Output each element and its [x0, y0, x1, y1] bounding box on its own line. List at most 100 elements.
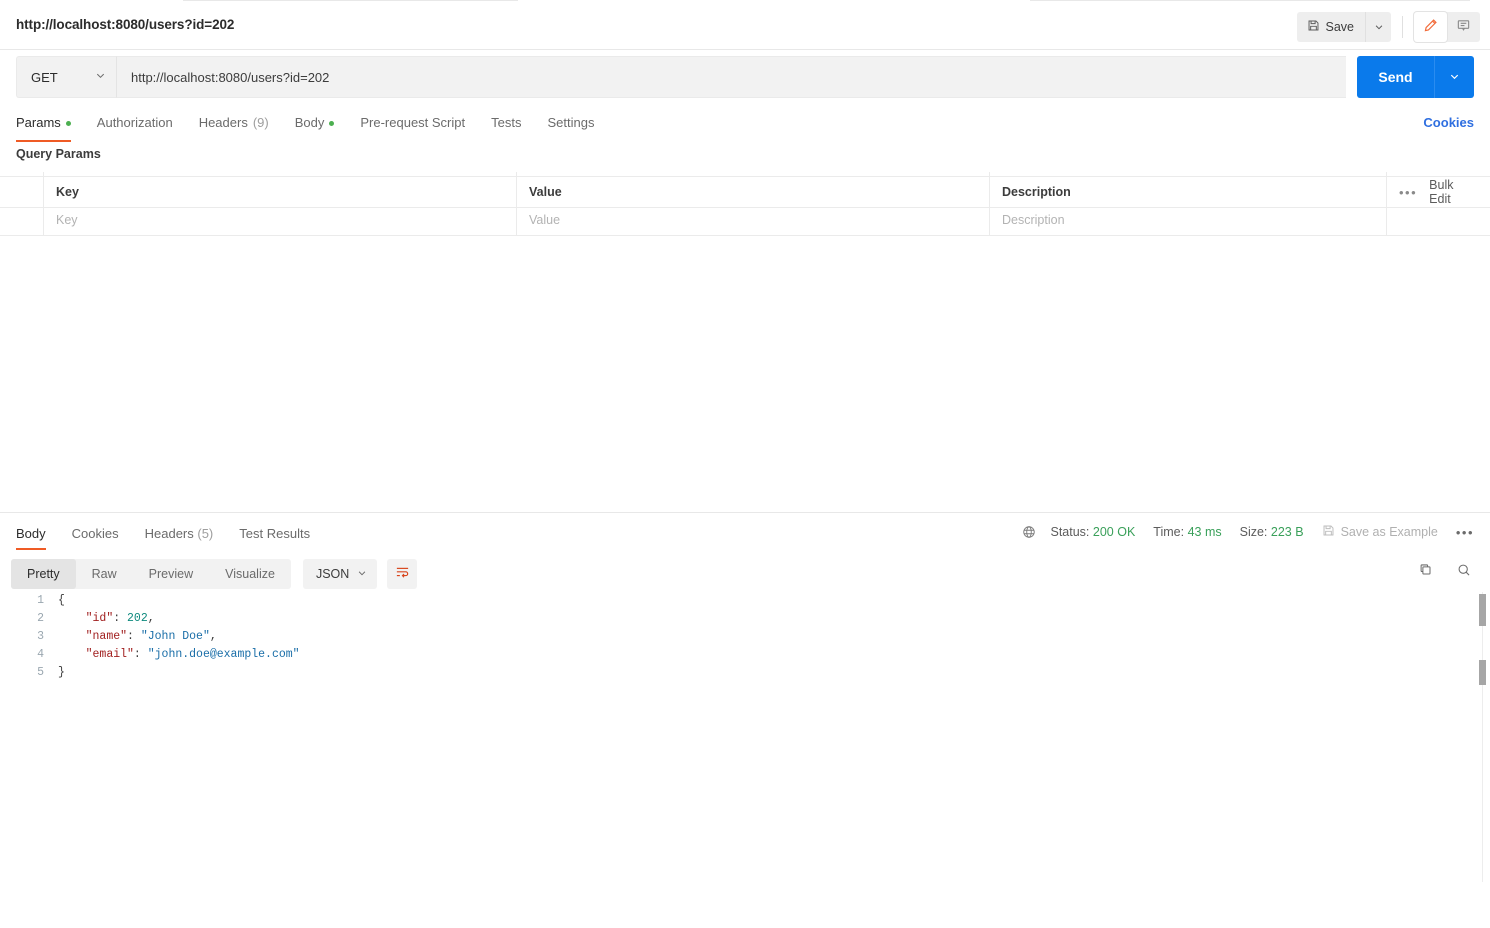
tab-params[interactable]: Params	[16, 108, 84, 138]
globe-icon	[1022, 525, 1036, 539]
format-select[interactable]: JSON	[303, 559, 377, 589]
json-code: { "id": 202, "name": "John Doe", "email"…	[58, 592, 300, 682]
response-body-toolbar: Pretty Raw Preview Visualize JSON	[11, 559, 417, 589]
time-label: Time: 43 ms	[1153, 525, 1221, 539]
url-bar: GET Send	[16, 56, 1474, 98]
ellipsis-icon[interactable]: •••	[1456, 525, 1474, 540]
save-as-example-button[interactable]: Save as Example	[1322, 524, 1438, 540]
header-divider	[1402, 16, 1403, 38]
tab-body-label: Body	[295, 108, 325, 138]
bulk-edit-button[interactable]: Bulk Edit	[1429, 178, 1476, 206]
save-options-button[interactable]	[1365, 12, 1391, 42]
save-button[interactable]: Save	[1297, 12, 1366, 42]
request-tab-edge	[183, 0, 518, 1]
response-tab-body[interactable]: Body	[16, 520, 59, 548]
table-header-row: Key Value Description ••• Bulk Edit	[0, 176, 1490, 208]
copy-button[interactable]	[1418, 562, 1434, 583]
word-wrap-button[interactable]	[387, 559, 417, 589]
response-tab-cookies[interactable]: Cookies	[59, 520, 132, 548]
empty-row-value-cell[interactable]: Value	[517, 204, 990, 235]
line-number: 2	[0, 610, 55, 628]
chevron-down-icon	[1374, 20, 1384, 35]
search-button[interactable]	[1456, 562, 1472, 583]
tab-settings-label: Settings	[547, 108, 594, 138]
view-mode-preview[interactable]: Preview	[133, 559, 209, 589]
code-line: "name": "John Doe",	[58, 628, 300, 646]
word-wrap-icon	[395, 565, 410, 583]
empty-row-key-cell[interactable]: Key	[44, 204, 517, 235]
column-header-key: Key	[44, 177, 517, 207]
code-line: }	[58, 664, 300, 682]
modified-dot-icon	[329, 121, 334, 126]
scrollbar-track	[1482, 592, 1483, 882]
breadcrumb: http://localhost:8080/users?id=202	[16, 17, 234, 32]
chevron-down-icon	[1449, 70, 1460, 85]
pencil-icon	[1423, 18, 1438, 36]
request-tab-edge-right	[1030, 0, 1470, 1]
send-button[interactable]: Send	[1357, 56, 1434, 98]
save-as-example-label: Save as Example	[1341, 525, 1438, 539]
response-tab-headers[interactable]: Headers (5)	[132, 520, 227, 548]
url-input[interactable]	[116, 56, 1346, 98]
tab-headers[interactable]: Headers (9)	[186, 108, 282, 138]
table-row-empty: Key Value Description	[0, 204, 1490, 236]
time-value: 43 ms	[1188, 525, 1222, 539]
tab-authorization[interactable]: Authorization	[84, 108, 186, 138]
query-params-table: Key Value Description ••• Bulk Edit id	[0, 172, 1490, 236]
header-actions: Save	[1297, 12, 1481, 42]
tab-pre-request-script[interactable]: Pre-request Script	[347, 108, 478, 138]
table-actions: ••• Bulk Edit	[1387, 177, 1490, 207]
response-body-viewer[interactable]: 12345 { "id": 202, "name": "John Doe", "…	[0, 592, 1490, 882]
tab-params-label: Params	[16, 108, 61, 138]
column-header-description: Description	[990, 177, 1387, 207]
save-button-label: Save	[1326, 20, 1355, 34]
tab-tests[interactable]: Tests	[478, 108, 534, 138]
tab-pre-request-script-label: Pre-request Script	[360, 108, 465, 138]
response-tab-test-results[interactable]: Test Results	[226, 520, 323, 548]
response-body-tools	[1418, 562, 1472, 583]
save-group: Save	[1297, 12, 1392, 42]
response-divider[interactable]	[0, 512, 1490, 513]
ellipsis-icon[interactable]: •••	[1399, 185, 1417, 200]
scrollbar-thumb-top[interactable]	[1479, 594, 1486, 626]
send-group: Send	[1357, 56, 1474, 98]
response-tabs: Body Cookies Headers (5) Test Results	[16, 520, 323, 548]
floppy-disk-icon	[1322, 524, 1335, 540]
method-select[interactable]: GET	[16, 56, 116, 98]
request-tab-list: Params Authorization Headers (9) Body Pr…	[16, 108, 607, 138]
send-options-button[interactable]	[1434, 56, 1474, 98]
comment-icon	[1456, 18, 1471, 36]
scrollbar-thumb-bottom[interactable]	[1479, 660, 1486, 685]
column-header-value: Value	[517, 177, 990, 207]
modified-dot-icon	[66, 121, 71, 126]
request-tabs: Params Authorization Headers (9) Body Pr…	[0, 108, 1490, 138]
line-number: 5	[0, 664, 55, 682]
code-line: "email": "john.doe@example.com"	[58, 646, 300, 664]
view-mode-group: Pretty Raw Preview Visualize	[11, 559, 291, 589]
code-line: {	[58, 592, 300, 610]
view-mode-raw[interactable]: Raw	[76, 559, 133, 589]
line-number: 3	[0, 628, 55, 646]
view-toggle-group	[1414, 12, 1480, 42]
tab-body[interactable]: Body	[282, 108, 348, 138]
method-label: GET	[31, 70, 58, 85]
tab-authorization-label: Authorization	[97, 108, 173, 138]
view-mode-pretty[interactable]: Pretty	[11, 559, 76, 589]
status-label: Status: 200 OK	[1050, 525, 1135, 539]
select-all-cell	[0, 177, 44, 207]
chevron-down-icon	[357, 567, 367, 581]
code-line: "id": 202,	[58, 610, 300, 628]
edit-mode-button[interactable]	[1414, 12, 1447, 42]
view-mode-visualize[interactable]: Visualize	[209, 559, 291, 589]
cookies-link[interactable]: Cookies	[1423, 108, 1474, 138]
response-meta: Status: 200 OK Time: 43 ms Size: 223 B S…	[1022, 524, 1474, 540]
tab-settings[interactable]: Settings	[534, 108, 607, 138]
floppy-disk-icon	[1307, 19, 1320, 35]
empty-row-actions-cell	[1387, 204, 1490, 235]
tab-headers-label: Headers	[199, 108, 248, 138]
line-number: 1	[0, 592, 55, 610]
size-value: 223 B	[1271, 525, 1304, 539]
comment-button[interactable]	[1447, 12, 1480, 42]
empty-row-description-cell[interactable]: Description	[990, 204, 1387, 235]
status-value: 200 OK	[1093, 525, 1135, 539]
